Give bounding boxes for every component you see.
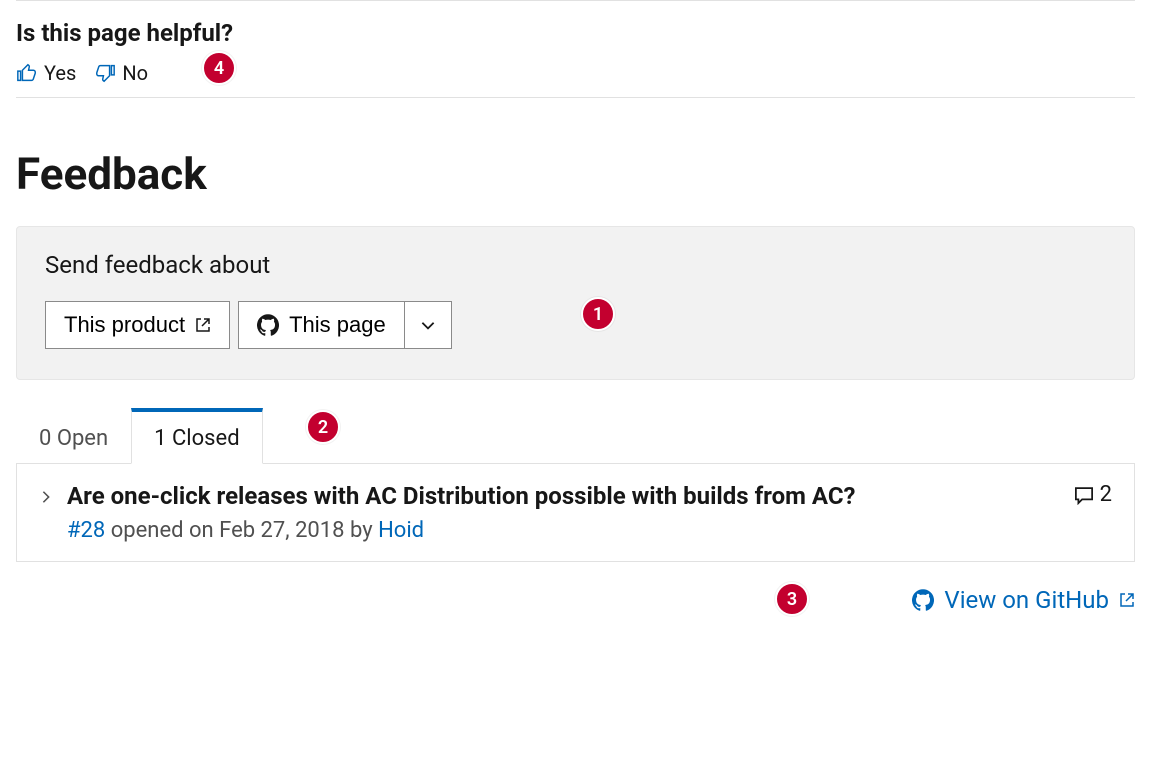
issue-header-row: Are one-click releases with AC Distribut… bbox=[39, 482, 1112, 510]
callout-4: 4 bbox=[202, 51, 236, 85]
this-product-button[interactable]: This product bbox=[45, 301, 230, 349]
issue-ref-link[interactable]: #28 bbox=[67, 518, 105, 543]
issue-meta-text: opened on Feb 27, 2018 by bbox=[105, 518, 378, 543]
github-icon bbox=[912, 589, 934, 611]
helpful-buttons: Yes No 4 bbox=[16, 61, 1135, 85]
this-page-dropdown[interactable] bbox=[404, 301, 452, 349]
feedback-button-row: This product This page 1 bbox=[45, 301, 1106, 349]
callout-2: 2 bbox=[306, 410, 340, 444]
send-feedback-card: Send feedback about This product This pa… bbox=[16, 226, 1135, 380]
chevron-right-icon[interactable] bbox=[39, 490, 53, 504]
this-product-label: This product bbox=[64, 312, 185, 338]
thumbs-down-icon bbox=[94, 62, 116, 84]
helpful-title: Is this page helpful? bbox=[16, 19, 1135, 47]
issue-item: Are one-click releases with AC Distribut… bbox=[16, 463, 1135, 562]
issue-tabs: 0 Open 1 Closed 2 bbox=[16, 408, 1135, 464]
no-button[interactable]: No bbox=[94, 61, 148, 85]
callout-3: 3 bbox=[775, 582, 809, 616]
tab-closed[interactable]: 1 Closed bbox=[131, 408, 262, 464]
github-icon bbox=[257, 314, 279, 336]
view-on-github-label: View on GitHub bbox=[944, 586, 1109, 614]
comment-count: 2 bbox=[1074, 482, 1112, 507]
issue-meta: #28 opened on Feb 27, 2018 by Hoid bbox=[67, 518, 1112, 543]
this-page-button-group: This page bbox=[238, 301, 452, 349]
tab-open[interactable]: 0 Open bbox=[16, 411, 131, 464]
send-feedback-label: Send feedback about bbox=[45, 251, 1106, 279]
chevron-down-icon bbox=[419, 316, 437, 334]
external-link-icon bbox=[1119, 592, 1135, 608]
yes-button[interactable]: Yes bbox=[16, 61, 76, 85]
footer-row: 3 View on GitHub bbox=[16, 586, 1135, 614]
this-page-button[interactable]: This page bbox=[238, 301, 404, 349]
issue-title[interactable]: Are one-click releases with AC Distribut… bbox=[67, 482, 1060, 510]
this-page-label: This page bbox=[289, 312, 386, 338]
feedback-heading: Feedback bbox=[16, 148, 1135, 200]
issue-author-link[interactable]: Hoid bbox=[378, 518, 424, 543]
external-link-icon bbox=[195, 317, 211, 333]
comment-icon bbox=[1074, 485, 1094, 505]
view-on-github-link[interactable]: View on GitHub bbox=[912, 586, 1135, 614]
yes-label: Yes bbox=[44, 61, 76, 85]
thumbs-up-icon bbox=[16, 62, 38, 84]
callout-1: 1 bbox=[581, 297, 615, 331]
no-label: No bbox=[122, 61, 148, 85]
helpful-section: Is this page helpful? Yes No 4 bbox=[16, 1, 1135, 98]
comment-number: 2 bbox=[1100, 482, 1112, 507]
